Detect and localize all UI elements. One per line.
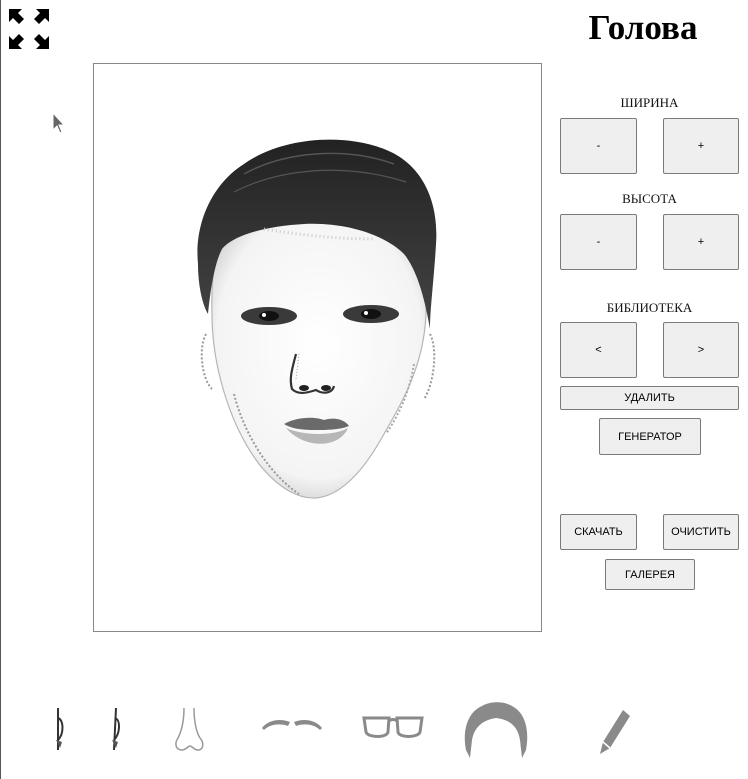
- library-label: БИБЛИОТЕКА: [606, 300, 693, 315]
- width-increase-button[interactable]: +: [663, 118, 739, 174]
- height-increase-button[interactable]: +: [663, 214, 739, 270]
- width-decrease-button[interactable]: -: [560, 118, 637, 174]
- fullscreen-icon[interactable]: [8, 8, 50, 50]
- height-label: ВЫСОТА: [622, 191, 677, 206]
- hair-tool[interactable]: [460, 700, 532, 762]
- glasses-tool[interactable]: [360, 700, 426, 762]
- delete-button[interactable]: УДАЛИТЬ: [560, 386, 739, 410]
- face-canvas[interactable]: [93, 63, 542, 632]
- nose-tool[interactable]: [168, 700, 210, 762]
- generator-button[interactable]: ГЕНЕРАТОР: [599, 418, 701, 455]
- gallery-button[interactable]: ГАЛЕРЕЯ: [605, 559, 695, 590]
- library-next-button[interactable]: >: [663, 322, 739, 378]
- left-border: [0, 0, 1, 779]
- eyebrows-icon: [262, 720, 322, 730]
- width-label: ШИРИНА: [620, 95, 679, 110]
- mouse-cursor-icon: [52, 111, 66, 134]
- eyebrows-tool[interactable]: [258, 700, 326, 762]
- pencil-icon: [600, 710, 630, 754]
- download-button[interactable]: СКАЧАТЬ: [560, 514, 637, 550]
- height-decrease-button[interactable]: -: [560, 214, 637, 270]
- face-sketch: [197, 139, 437, 499]
- ears-tool[interactable]: [48, 700, 128, 762]
- hair-icon: [464, 702, 528, 758]
- library-prev-button[interactable]: <: [560, 322, 637, 378]
- draw-tool[interactable]: [596, 700, 636, 762]
- nose-icon: [175, 707, 204, 751]
- clear-button[interactable]: ОЧИСТИТЬ: [663, 514, 739, 550]
- ear-icon: [56, 707, 120, 751]
- page-title: Голова: [588, 8, 698, 47]
- glasses-icon: [362, 716, 424, 738]
